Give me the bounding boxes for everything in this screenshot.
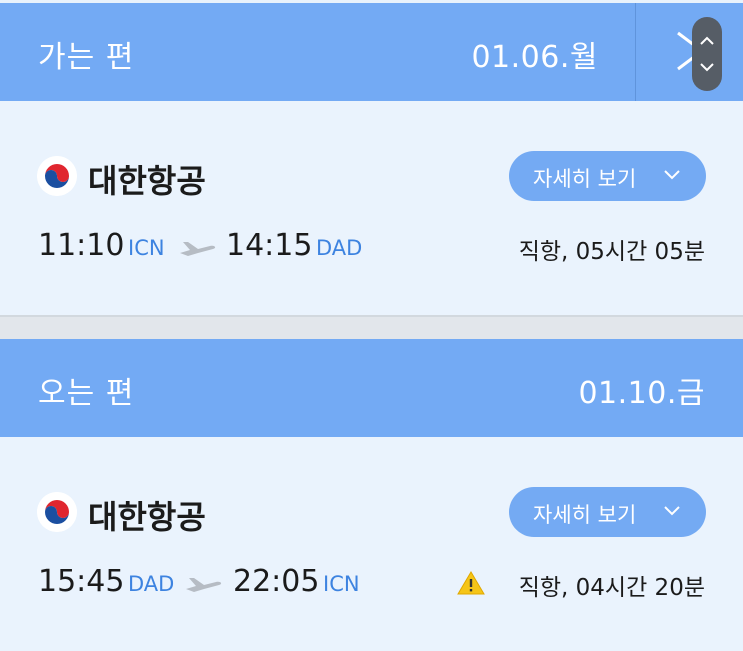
return-header: 오는 편 01.10.금: [0, 339, 743, 437]
section-separator: [0, 315, 743, 341]
return-date: 01.10.금: [578, 376, 705, 411]
korean-air-logo-icon: [37, 492, 77, 532]
outbound-header: 가는 편 01.06.월: [0, 3, 743, 101]
arrival-airport-code: ICN: [323, 572, 360, 596]
outbound-label: 가는 편: [38, 40, 135, 75]
warning-icon: [457, 571, 485, 595]
departure-airport-code: DAD: [128, 572, 175, 596]
scroll-handle[interactable]: [692, 17, 722, 91]
details-button-label: 자세히 보기: [533, 167, 637, 191]
details-button[interactable]: 자세히 보기: [509, 151, 706, 201]
outbound-date: 01.06.월: [471, 40, 598, 75]
arrival-airport-code: DAD: [316, 236, 363, 260]
chevron-down-icon: [664, 170, 680, 180]
airplane-icon: [180, 242, 216, 256]
flight-duration: 직항, 04시간 20분: [518, 575, 705, 601]
details-button[interactable]: 자세히 보기: [509, 487, 706, 537]
airplane-icon: [186, 578, 222, 592]
airline-name: 대한항공: [88, 498, 206, 536]
return-label: 오는 편: [38, 376, 135, 411]
arrival-time: 22:05: [233, 564, 320, 599]
scroll-arrows-icon: [700, 36, 714, 72]
arrival-time: 14:15: [226, 228, 313, 263]
return-flight-card: 대한항공 자세히 보기 15:45 DAD 22:05 ICN 직항, 04시간…: [0, 437, 743, 651]
departure-time: 15:45: [38, 564, 125, 599]
details-button-label: 자세히 보기: [533, 503, 637, 527]
outbound-flight-card: 대한항공 자세히 보기 11:10 ICN 14:15 DAD 직항, 05시간…: [0, 101, 743, 315]
departure-time: 11:10: [38, 228, 125, 263]
chevron-down-icon: [664, 506, 680, 516]
departure-airport-code: ICN: [128, 236, 165, 260]
flight-duration: 직항, 05시간 05분: [518, 239, 705, 265]
header-divider: [635, 3, 636, 101]
korean-air-logo-icon: [37, 156, 77, 196]
airline-name: 대한항공: [88, 162, 206, 200]
